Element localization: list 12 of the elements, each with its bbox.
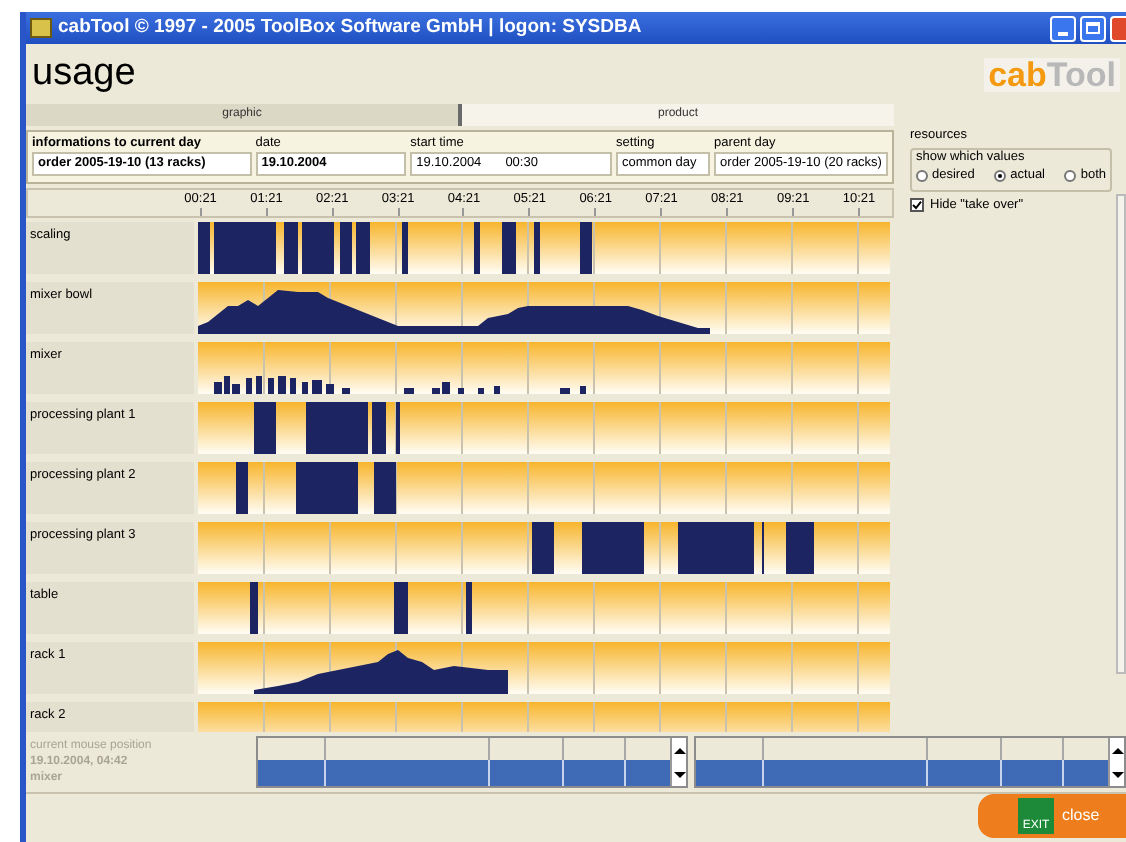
- close-icon[interactable]: [1110, 15, 1126, 41]
- app-logo: cabTool: [984, 57, 1120, 91]
- radio-icon[interactable]: [1064, 169, 1077, 182]
- checkbox-icon[interactable]: [910, 197, 924, 212]
- window-title: cabTool © 1997 - 2005 ToolBox Software GmbH | logon: SYSDBA: [58, 13, 642, 42]
- minimize-icon[interactable]: [1050, 15, 1076, 41]
- page-title: usage: [32, 49, 136, 98]
- maximize-icon[interactable]: [1080, 15, 1106, 41]
- app-icon: [30, 18, 52, 38]
- radio-icon[interactable]: [994, 169, 1007, 182]
- radio-icon[interactable]: [916, 169, 928, 182]
- scrollbar[interactable]: [1116, 194, 1126, 674]
